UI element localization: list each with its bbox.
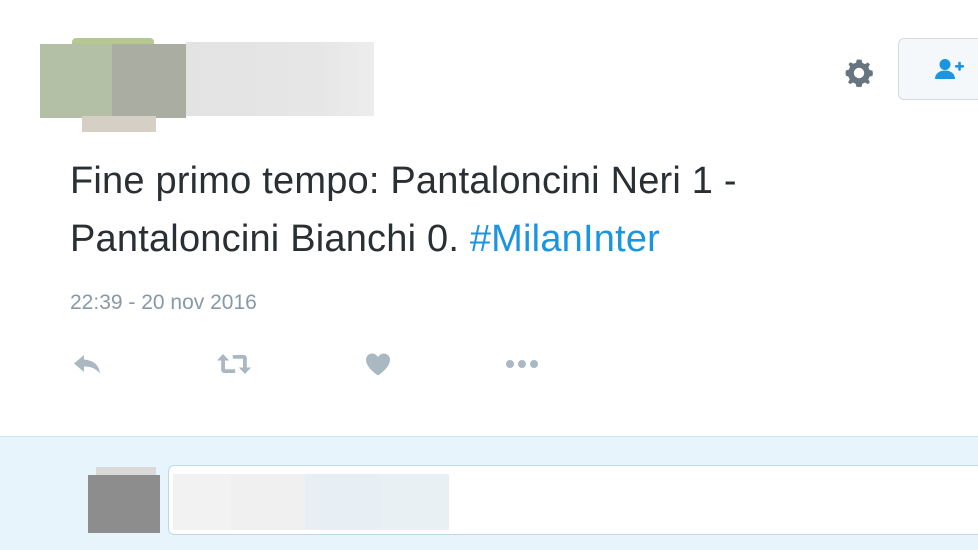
tweet-text-line-1: Fine primo tempo: Pantaloncini Neri 1 - [70,160,737,202]
avatar-blur-bottom [82,116,156,132]
avatar-blur-left [40,44,112,118]
author-avatar[interactable] [40,38,186,132]
tweet-text: Fine primo tempo: Pantaloncini Neri 1 - … [70,152,950,268]
more-button[interactable] [502,346,542,382]
tweet-text-line-2-content: Pantaloncini Bianchi 0. [70,218,460,260]
retweet-icon [217,354,251,374]
like-button[interactable] [358,346,398,382]
reply-icon [74,355,100,374]
reply-input[interactable] [168,465,978,535]
follow-button[interactable] [898,38,978,100]
add-user-icon [935,59,964,79]
reply-input-blur-2 [231,474,307,530]
settings-button[interactable] [840,54,878,92]
reply-avatar-blur-top [96,467,156,475]
reply-input-blur-3 [305,474,381,530]
more-icon [506,360,538,368]
reply-button[interactable] [68,346,108,382]
reply-composer [0,436,978,550]
gear-icon [845,59,873,88]
tweet-text-line-2: Pantaloncini Bianchi 0. #MilanInter [70,210,950,268]
author-name-blurred[interactable] [186,42,374,116]
hashtag-link[interactable]: #MilanInter [470,218,660,260]
retweet-button[interactable] [214,346,254,382]
avatar-blur-right [112,44,186,118]
tweet-timestamp[interactable]: 22:39 - 20 nov 2016 [70,291,257,315]
reply-input-blur-4 [379,474,449,530]
tweet-card: Fine primo tempo: Pantaloncini Neri 1 - … [0,0,978,436]
user-avatar [88,475,160,533]
reply-input-blur-1 [173,474,235,530]
heart-icon [366,353,390,376]
